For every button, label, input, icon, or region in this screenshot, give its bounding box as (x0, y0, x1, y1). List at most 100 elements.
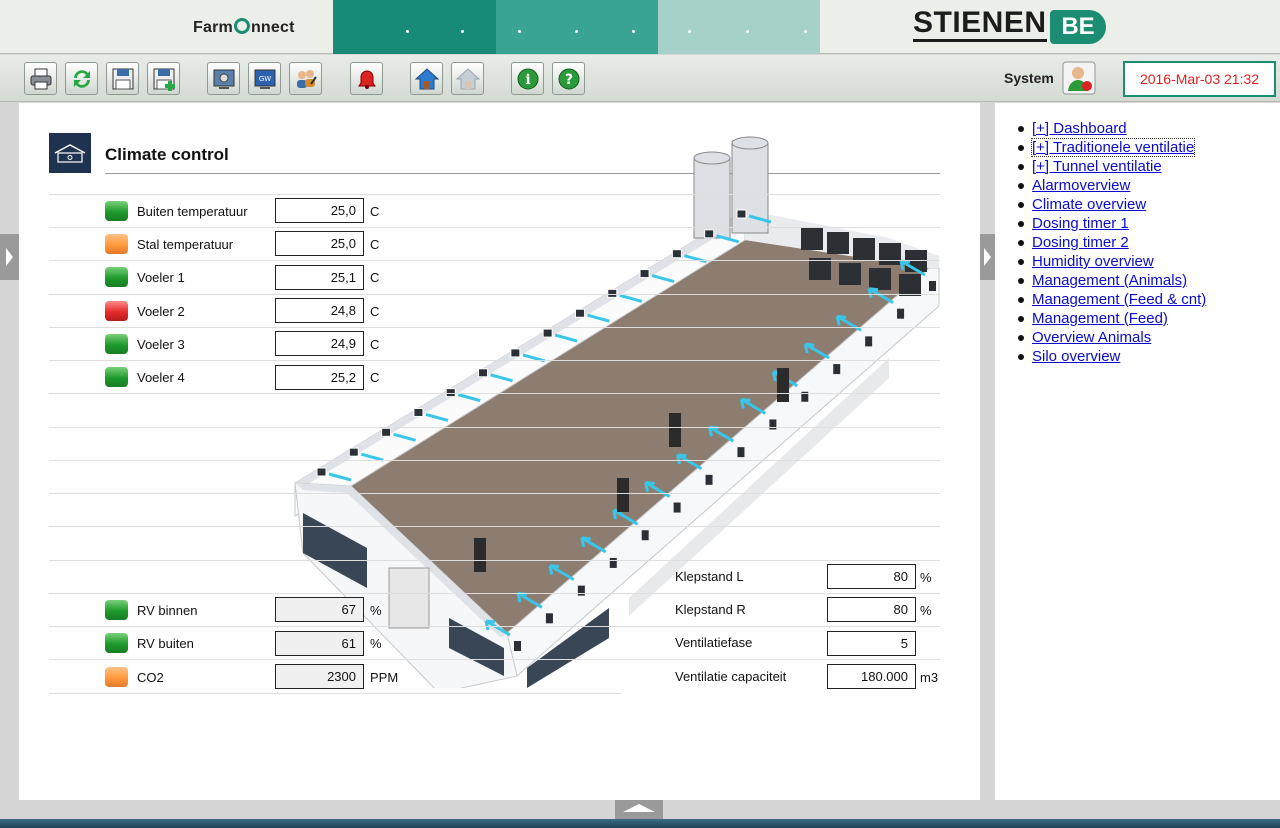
datetime-display: 2016-Mar-03 21:32 (1123, 61, 1276, 97)
info-button[interactable]: i (511, 62, 544, 95)
printer-icon (30, 68, 52, 90)
save-as-button[interactable] (147, 62, 180, 95)
nav-item: Management (Feed) (1014, 309, 1206, 328)
user-avatar-icon (1062, 61, 1096, 95)
ventilation-capacity-value[interactable]: 180.000 (827, 664, 916, 689)
nav-link-management-feed[interactable]: Management (Feed) (1032, 310, 1168, 327)
farmconnect-c-icon (233, 18, 250, 34)
air-inlet (671, 249, 682, 259)
nav-item: [+] Traditionele ventilatie (1014, 138, 1206, 157)
air-inlet (704, 229, 715, 239)
flap-left-value[interactable]: 80 (827, 564, 916, 589)
gateway-button[interactable]: GW (248, 62, 281, 95)
nav-item: [+] Tunnel ventilatie (1014, 157, 1206, 176)
air-inlet (833, 364, 841, 375)
home-disabled-button[interactable] (451, 62, 484, 95)
gateway-icon: GW (254, 69, 276, 89)
nav-item: Alarmoverview (1014, 176, 1206, 195)
nav-link-humidity-overview[interactable]: Humidity overview (1032, 253, 1154, 270)
help-button[interactable]: ? (552, 62, 585, 95)
be-logo: BE (1050, 10, 1106, 44)
nav-link-management-animals[interactable]: Management (Animals) (1032, 272, 1187, 289)
help-icon: ? (558, 68, 580, 90)
nav-link-climate-overview[interactable]: Climate overview (1032, 196, 1146, 213)
nav-link-tunnel-ventilatie[interactable]: [+] Tunnel ventilatie (1032, 158, 1162, 175)
humidity-value: 61 (275, 631, 364, 656)
sensor-value[interactable]: 24,9 (275, 331, 364, 356)
air-inlet (510, 348, 521, 358)
status-led (105, 367, 128, 387)
nav-link-management-feed-cnt[interactable]: Management (Feed & cnt) (1032, 291, 1206, 308)
users-icon (297, 70, 317, 88)
sensor-value[interactable]: 25,0 (275, 198, 364, 223)
nav-link-dashboard[interactable]: [+] Dashboard (1032, 120, 1127, 137)
top-banner: Farm nnect STIENEN BE (0, 0, 1280, 54)
nav-item: Dosing timer 1 (1014, 214, 1206, 233)
air-inlet (478, 368, 489, 378)
home-button[interactable] (410, 62, 443, 95)
page-title: Climate control (105, 145, 229, 164)
save-icon (112, 68, 134, 90)
sensor-value[interactable]: 25,0 (275, 231, 364, 256)
air-inlet (897, 308, 905, 319)
banner-block-1 (333, 0, 496, 54)
nav-link-alarmoverview[interactable]: Alarmoverview (1032, 177, 1130, 194)
banner-block-3 (658, 0, 820, 54)
co2-value: 2300 (275, 664, 364, 689)
nav-item: Management (Animals) (1014, 271, 1206, 290)
users-button[interactable] (289, 62, 322, 95)
nav-item: Humidity overview (1014, 252, 1206, 271)
print-button[interactable] (24, 62, 57, 95)
main-panel: Climate control Buiten temperatuur 25,0 … (19, 103, 980, 800)
barn-icon (49, 133, 91, 173)
nav-link-traditionele-ventilatie[interactable]: [+] Traditionele ventilatie (1030, 138, 1196, 157)
nav-item: Management (Feed & cnt) (1014, 290, 1206, 309)
status-led (105, 301, 128, 321)
chevron-right-icon (6, 248, 13, 266)
save-as-icon (153, 68, 175, 91)
air-inlet (673, 502, 681, 513)
status-led (105, 267, 128, 287)
status-led (105, 234, 128, 254)
sensor-value[interactable]: 25,1 (275, 265, 364, 290)
user-name: System (1004, 70, 1054, 86)
status-led (105, 334, 128, 354)
right-panel-toggle[interactable] (980, 234, 995, 280)
nav-link-dosing-timer-1[interactable]: Dosing timer 1 (1032, 215, 1129, 232)
nav-item: Dosing timer 2 (1014, 233, 1206, 252)
sensor-value[interactable]: 25,2 (275, 365, 364, 390)
humidity-value: 67 (275, 597, 364, 622)
nav-item: Overview Animals (1014, 328, 1206, 347)
nav-link-silo-overview[interactable]: Silo overview (1032, 348, 1120, 365)
home-disabled-icon (455, 68, 481, 90)
air-inlet (639, 269, 650, 279)
status-led (105, 201, 128, 221)
nav-link-overview-animals[interactable]: Overview Animals (1032, 329, 1151, 346)
nav-link-dosing-timer-2[interactable]: Dosing timer 2 (1032, 234, 1129, 251)
alarm-button[interactable] (350, 62, 383, 95)
air-inlet (736, 209, 747, 219)
bottom-strip (0, 819, 1280, 828)
air-inlet (348, 447, 359, 457)
user-avatar-button[interactable] (1062, 61, 1096, 95)
save-button[interactable] (106, 62, 139, 95)
nav-item: Silo overview (1014, 347, 1206, 366)
air-inlet (641, 530, 649, 541)
flap-right-value[interactable]: 80 (827, 597, 916, 622)
bottom-panel-toggle[interactable] (615, 800, 663, 819)
air-inlet (574, 308, 585, 318)
air-inlet (865, 336, 873, 347)
home-icon (414, 68, 440, 90)
air-inlet (577, 585, 585, 596)
air-inlet (929, 281, 936, 291)
sensor-value[interactable]: 24,8 (275, 298, 364, 323)
left-panel-toggle[interactable] (0, 234, 19, 280)
settings-screen-icon (213, 69, 235, 89)
nav-item: Climate overview (1014, 195, 1206, 214)
settings-screen-button[interactable] (207, 62, 240, 95)
navigation-list: [+] Dashboard [+] Traditionele ventilati… (1014, 119, 1206, 366)
refresh-icon (74, 70, 90, 88)
refresh-button[interactable] (65, 62, 98, 95)
chevron-up-icon (623, 804, 655, 812)
ventilation-phase-value[interactable]: 5 (827, 631, 916, 656)
